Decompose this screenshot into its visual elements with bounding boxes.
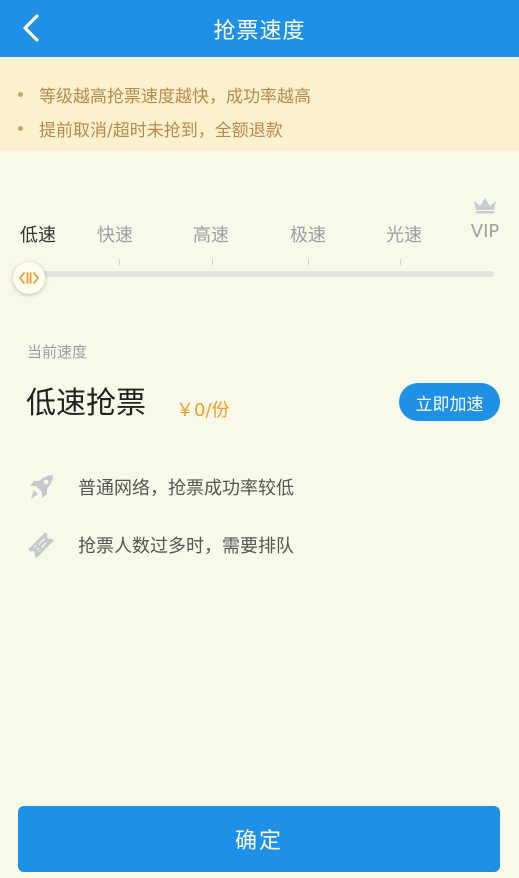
feature-text: 抢票人数过多时，需要排队 [78, 536, 294, 557]
rocket-icon [30, 475, 53, 499]
confirm-button[interactable]: 确定 [18, 806, 500, 872]
back-button[interactable] [16, 11, 46, 45]
speed-option-vip[interactable]: VIP [455, 221, 515, 242]
page-title: 抢票速度 [213, 18, 306, 44]
feature-item: 普通网络，抢票成功率较低 [26, 472, 294, 502]
current-speed-name: 低速抢票 [26, 386, 146, 421]
speed-option-light[interactable]: 光速 [374, 221, 434, 247]
speed-option-extreme[interactable]: 极速 [278, 221, 338, 247]
speed-option-low[interactable]: 低速 [8, 221, 68, 247]
crown-icon [474, 198, 496, 214]
notice-text: 等级越高抢票速度越快，成功率越高 [39, 86, 311, 107]
bullet-dot [18, 91, 23, 97]
boost-button[interactable]: 立即加速 [399, 383, 500, 421]
current-speed-label: 当前速度 [27, 343, 88, 361]
slider-tick [119, 259, 120, 265]
feature-item: 抢票人数过多时，需要排队 [26, 530, 294, 560]
drag-handle-icon [19, 272, 39, 284]
notice-text: 提前取消/超时未抢到，全额退款 [39, 120, 283, 141]
speed-option-fast[interactable]: 快速 [85, 221, 145, 247]
feature-text: 普通网络，抢票成功率较低 [78, 478, 294, 499]
notice-item: 提前取消/超时未抢到，全额退款 [18, 111, 519, 145]
speed-slider-handle[interactable] [13, 262, 45, 294]
notice-banner: 等级越高抢票速度越快，成功率越高 提前取消/超时未抢到，全额退款 [0, 57, 519, 151]
ticket-icon [28, 532, 54, 558]
notice-item: 等级越高抢票速度越快，成功率越高 [18, 77, 519, 111]
speed-slider-track[interactable] [18, 271, 494, 277]
speed-option-high[interactable]: 高速 [181, 221, 241, 247]
current-speed-price: ￥0/份 [176, 400, 230, 421]
slider-tick [400, 259, 401, 265]
slider-tick [212, 259, 213, 265]
bullet-dot [18, 125, 23, 131]
slider-tick [308, 259, 309, 265]
header-bar: 抢票速度 [0, 0, 519, 57]
chevron-left-icon [23, 14, 39, 42]
